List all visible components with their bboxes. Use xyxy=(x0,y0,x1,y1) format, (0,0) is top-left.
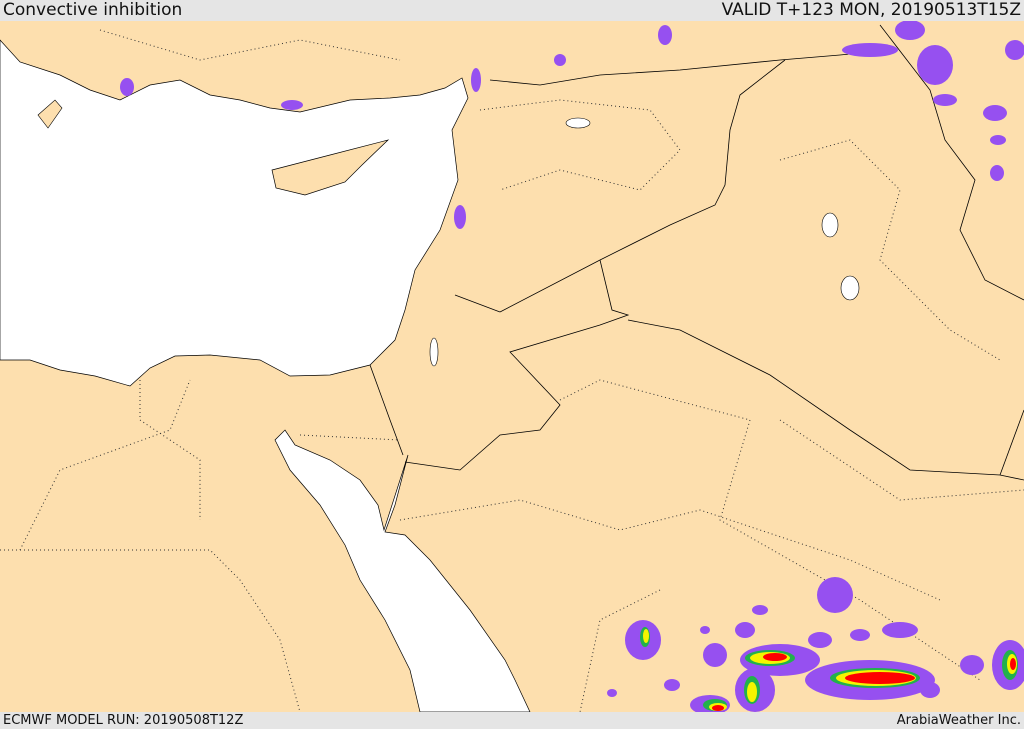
map-title: Convective inhibition xyxy=(3,0,183,20)
model-run-label: ECMWF MODEL RUN: 20190508T12Z xyxy=(3,713,244,728)
footer-bar: ECMWF MODEL RUN: 20190508T12Z ArabiaWeat… xyxy=(0,712,1024,729)
weather-map xyxy=(0,21,1024,712)
valid-time: VALID T+123 MON, 20190513T15Z xyxy=(721,0,1021,20)
dead-sea xyxy=(429,337,439,367)
lake-assad xyxy=(565,117,591,129)
lake-tharthar xyxy=(821,212,839,238)
credit-label: ArabiaWeather Inc. xyxy=(896,713,1021,728)
header-bar: Convective inhibition VALID T+123 MON, 2… xyxy=(0,0,1024,21)
lake-razzaza xyxy=(840,275,860,301)
